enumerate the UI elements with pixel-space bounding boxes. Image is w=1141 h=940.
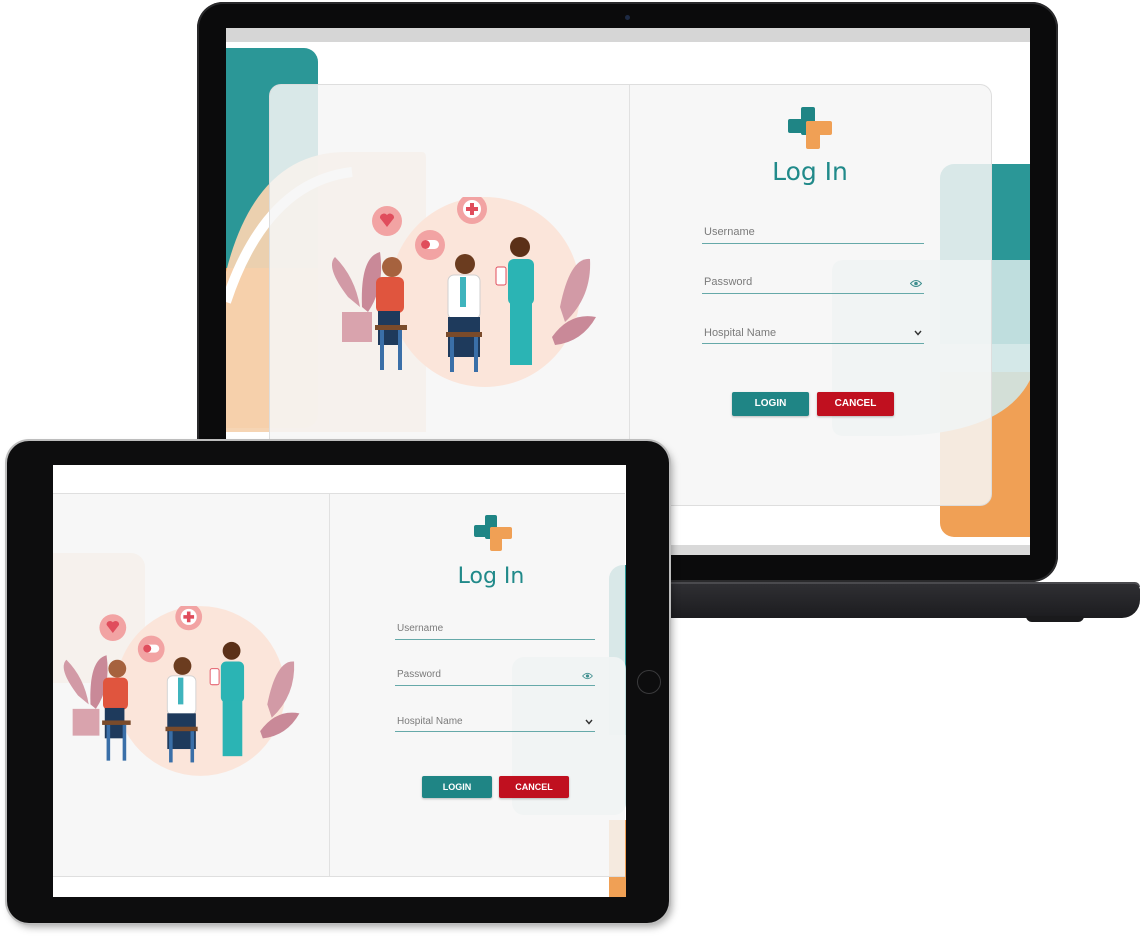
laptop-foot <box>1026 616 1084 622</box>
doctor-patient-illustration <box>331 197 596 387</box>
tablet-cancel-button[interactable]: CANCEL <box>499 776 569 798</box>
tablet-doctor-patient-illustration <box>63 606 300 776</box>
page-title: Log In <box>772 157 848 186</box>
tablet-login-card: Log In Username Password Hospital Name L… <box>53 493 625 877</box>
camera-dot <box>625 15 630 20</box>
tablet-page-title: Log In <box>457 564 525 589</box>
tablet-hospital-select[interactable]: Hospital Name <box>395 713 595 732</box>
cancel-button[interactable]: CANCEL <box>817 392 894 416</box>
laptop-base <box>665 584 1140 618</box>
hospital-placeholder: Hospital Name <box>704 327 777 339</box>
password-placeholder: Password <box>704 276 753 288</box>
tablet-medical-cross-logo <box>474 515 512 551</box>
chevron-down-icon[interactable] <box>914 330 922 336</box>
tablet-top-bar <box>53 465 626 493</box>
tablet-screen: Log In Username Password Hospital Name L… <box>53 465 626 897</box>
medical-cross-logo <box>788 107 832 149</box>
tablet-illustration-panel <box>53 494 330 876</box>
tablet-username-field[interactable]: Username <box>395 621 595 640</box>
browser-top-bar <box>226 28 1030 42</box>
tablet-chevron-down-icon[interactable] <box>585 719 593 725</box>
hospital-select[interactable]: Hospital Name <box>702 323 924 344</box>
login-button[interactable]: LOGIN <box>732 392 809 416</box>
password-field[interactable]: Password <box>702 273 924 294</box>
tablet-password-field[interactable]: Password <box>395 667 595 686</box>
username-placeholder: Username <box>704 226 755 238</box>
tablet-login-button[interactable]: LOGIN <box>422 776 492 798</box>
tablet-home-button <box>637 670 661 694</box>
tablet-password-placeholder: Password <box>397 669 441 680</box>
eye-icon[interactable] <box>910 279 922 288</box>
tablet-hospital-placeholder: Hospital Name <box>397 716 463 727</box>
username-field[interactable]: Username <box>702 223 924 244</box>
tablet-eye-icon[interactable] <box>582 672 593 680</box>
tablet-username-placeholder: Username <box>397 623 444 634</box>
